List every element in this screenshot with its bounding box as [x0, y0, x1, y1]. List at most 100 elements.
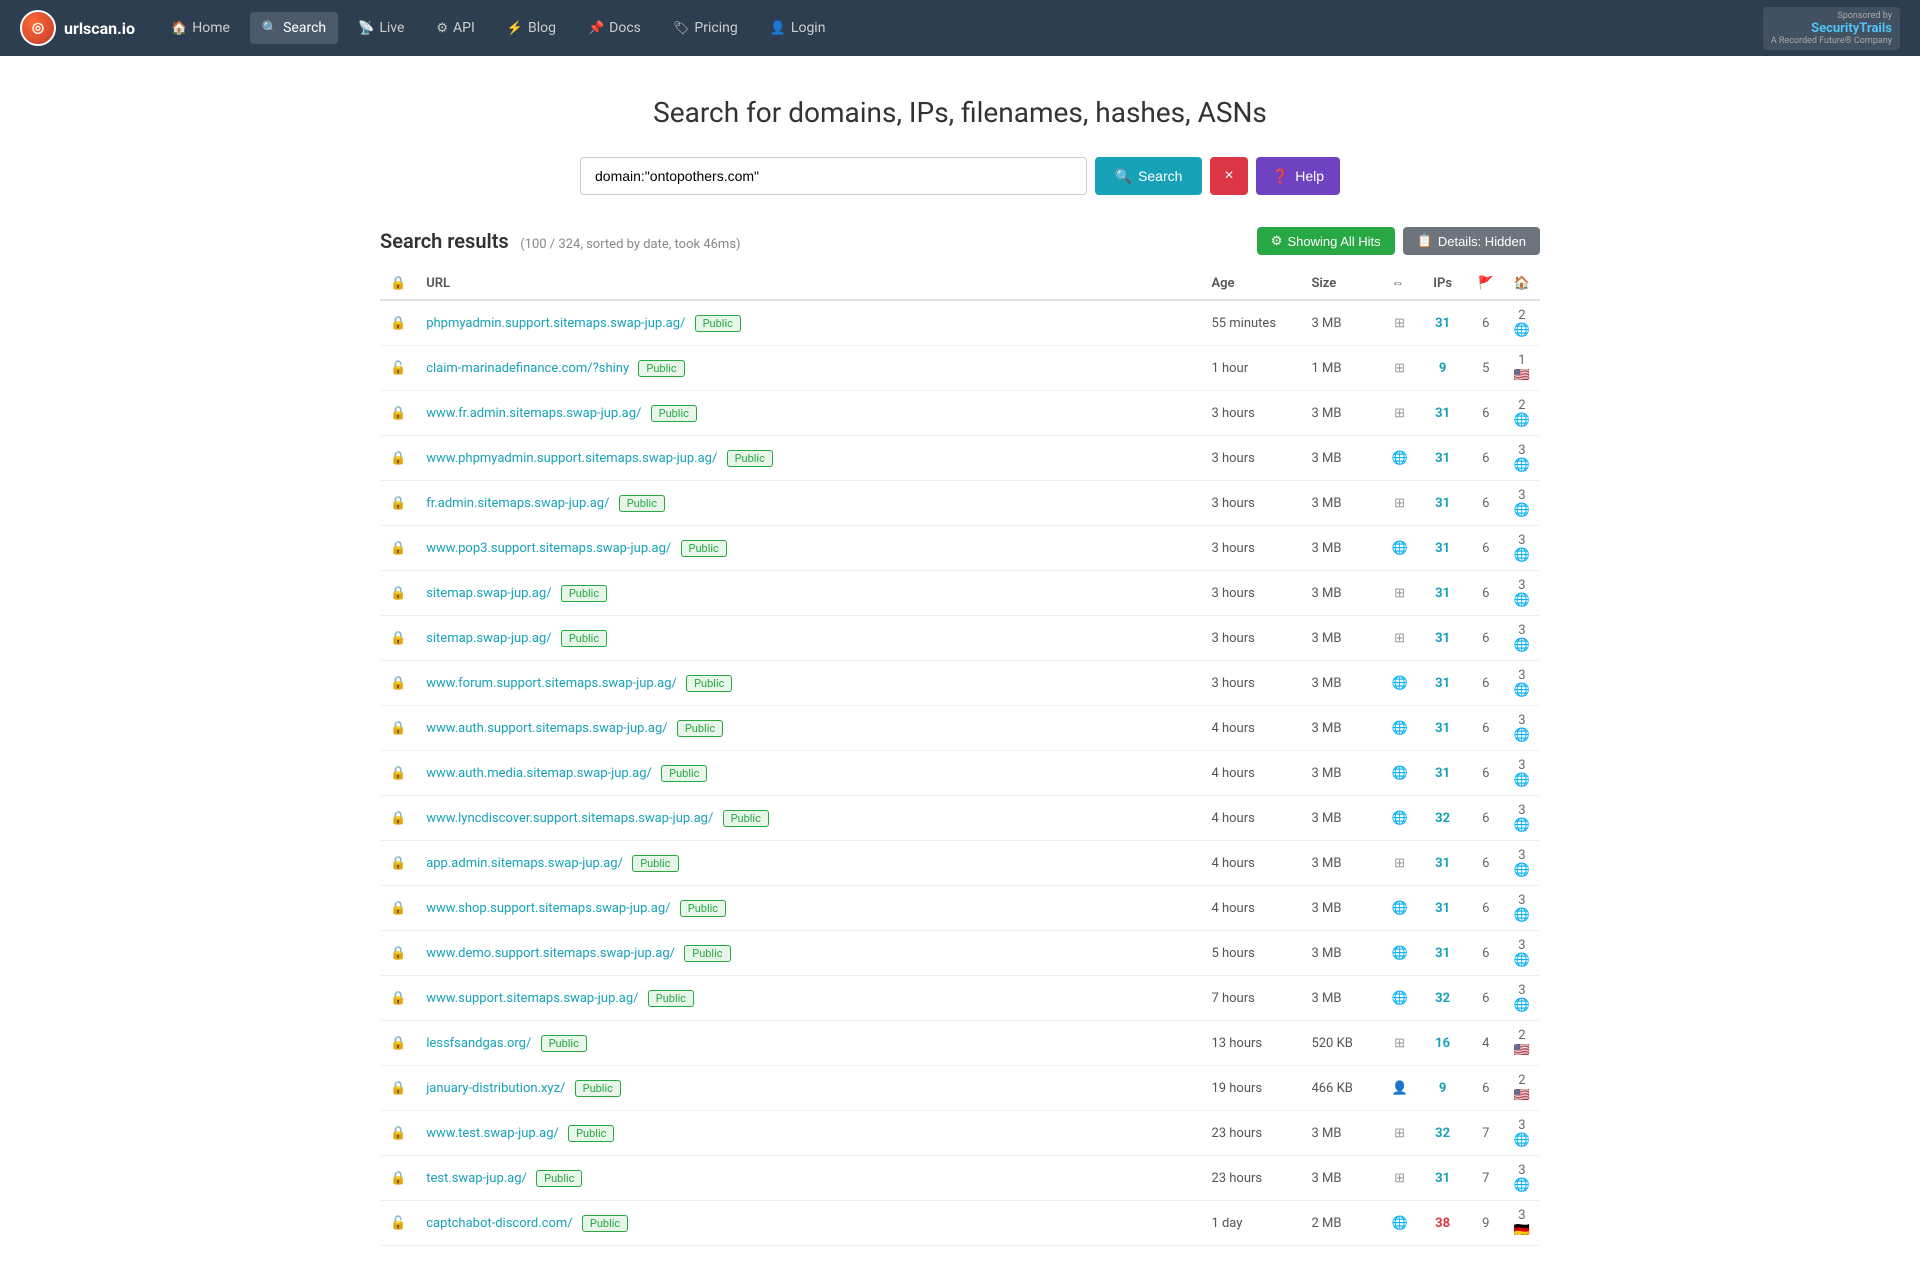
screenshot-cell: 🌐: [1381, 526, 1417, 571]
result-url-link[interactable]: www.phpmyadmin.support.sitemaps.swap-jup…: [426, 451, 717, 466]
result-url-link[interactable]: sitemap.swap-jup.ag/: [426, 631, 551, 646]
home-cell: 3 🌐: [1504, 1111, 1540, 1156]
age-cell: 3 hours: [1201, 436, 1301, 481]
result-url-link[interactable]: www.shop.support.sitemaps.swap-jup.ag/: [426, 901, 670, 916]
nav-docs[interactable]: 📌 Docs: [576, 12, 653, 44]
navbar: ◎ urlscan.io 🏠 Home 🔍 Search 📡 Live ⚙ AP…: [0, 0, 1920, 56]
url-cell: test.swap-jup.ag/ Public: [416, 1156, 1201, 1201]
brand-logo: ◎: [20, 10, 56, 46]
nav-live[interactable]: 📡 Live: [346, 12, 416, 44]
flags-cell: 6: [1468, 661, 1504, 706]
col-ips-header: IPs: [1418, 267, 1468, 300]
ips-cell: 31: [1418, 751, 1468, 796]
age-cell: 23 hours: [1201, 1156, 1301, 1201]
screenshot-icon: ⊞: [1394, 1171, 1405, 1186]
table-row: 🔒 www.test.swap-jup.ag/ Public 23 hours …: [380, 1111, 1540, 1156]
lock-icon: 🔒: [390, 856, 406, 871]
result-url-link[interactable]: claim-marinadefinance.com/?shiny: [426, 361, 629, 376]
result-url-link[interactable]: sitemap.swap-jup.ag/: [426, 586, 551, 601]
visibility-badge: Public: [727, 450, 773, 467]
search-input[interactable]: [580, 157, 1087, 195]
table-row: 🔒 lessfsandgas.org/ Public 13 hours 520 …: [380, 1021, 1540, 1066]
flags-cell: 5: [1468, 346, 1504, 391]
result-url-link[interactable]: app.admin.sitemaps.swap-jup.ag/: [426, 856, 623, 871]
result-url-link[interactable]: test.swap-jup.ag/: [426, 1171, 527, 1186]
nav-pricing[interactable]: 🏷 Pricing: [661, 12, 750, 44]
results-body: 🔒 phpmyadmin.support.sitemaps.swap-jup.a…: [380, 300, 1540, 1246]
ips-cell: 31: [1418, 841, 1468, 886]
result-url-link[interactable]: www.auth.support.sitemaps.swap-jup.ag/: [426, 721, 667, 736]
nav-blog[interactable]: ⚡ Blog: [495, 12, 568, 44]
country-flag: 🌐: [1514, 683, 1530, 698]
visibility-badge: Public: [561, 630, 607, 647]
details-button[interactable]: 📋 Details: Hidden: [1403, 227, 1540, 255]
table-row: 🔒 www.fr.admin.sitemaps.swap-jup.ag/ Pub…: [380, 391, 1540, 436]
size-cell: 1 MB: [1301, 346, 1381, 391]
result-url-link[interactable]: fr.admin.sitemaps.swap-jup.ag/: [426, 496, 609, 511]
col-home-header: 🏠: [1504, 267, 1540, 300]
home-cell: 3 🌐: [1504, 706, 1540, 751]
flags-cell: 6: [1468, 571, 1504, 616]
results-table: 🔒 URL Age Size ⇔ IPs 🚩 🏠 🔒 phpmyadmin.su…: [380, 267, 1540, 1246]
country-flag: 🌐: [1514, 998, 1530, 1013]
visibility-badge: Public: [536, 1170, 582, 1187]
flags-cell: 6: [1468, 796, 1504, 841]
result-url-link[interactable]: phpmyadmin.support.sitemaps.swap-jup.ag/: [426, 316, 685, 331]
age-cell: 1 day: [1201, 1201, 1301, 1246]
result-url-link[interactable]: www.forum.support.sitemaps.swap-jup.ag/: [426, 676, 677, 691]
help-button[interactable]: ❓ Help: [1256, 157, 1340, 195]
table-row: 🔒 sitemap.swap-jup.ag/ Public 3 hours 3 …: [380, 616, 1540, 661]
size-cell: 3 MB: [1301, 1156, 1381, 1201]
lock-icon: 🔒: [390, 811, 406, 826]
lock-icon: 🔒: [390, 1036, 406, 1051]
navbar-right: Sponsored by SecurityTrails A Recorded F…: [1763, 7, 1900, 50]
result-url-link[interactable]: www.demo.support.sitemaps.swap-jup.ag/: [426, 946, 675, 961]
nav-login[interactable]: 👤 Login: [758, 12, 838, 44]
search-button[interactable]: 🔍 Search: [1095, 157, 1203, 195]
ips-cell: 31: [1418, 436, 1468, 481]
country-flag: 🌐: [1514, 728, 1530, 743]
result-url-link[interactable]: www.test.swap-jup.ag/: [426, 1126, 559, 1141]
search-input-wrap: [580, 157, 1087, 195]
result-url-link[interactable]: january-distribution.xyz/: [426, 1081, 565, 1096]
country-flag: 🌐: [1514, 818, 1530, 833]
result-url-link[interactable]: www.support.sitemaps.swap-jup.ag/: [426, 991, 638, 1006]
result-url-link[interactable]: www.fr.admin.sitemaps.swap-jup.ag/: [426, 406, 641, 421]
secure-cell: 🔓: [380, 346, 416, 391]
ips-cell: 31: [1418, 616, 1468, 661]
ip-count: 31: [1435, 541, 1450, 556]
lock-icon: 🔒: [390, 721, 406, 736]
screenshot-icon: 🌐: [1391, 946, 1407, 961]
clear-button[interactable]: ×: [1210, 157, 1247, 195]
lock-icon: 🔒: [390, 1081, 406, 1096]
ips-cell: 31: [1418, 391, 1468, 436]
country-flag: 🌐: [1514, 908, 1530, 923]
ip-count: 9: [1439, 361, 1446, 376]
col-scr-header: ⇔: [1381, 267, 1417, 300]
age-cell: 4 hours: [1201, 886, 1301, 931]
ips-cell: 32: [1418, 976, 1468, 1021]
url-cell: www.phpmyadmin.support.sitemaps.swap-jup…: [416, 436, 1201, 481]
lock-icon: 🔒: [390, 991, 406, 1006]
country-flag: 🌐: [1514, 773, 1530, 788]
home-cell: 3 🌐: [1504, 616, 1540, 661]
secure-cell: 🔒: [380, 931, 416, 976]
flags-cell: 6: [1468, 436, 1504, 481]
result-url-link[interactable]: www.pop3.support.sitemaps.swap-jup.ag/: [426, 541, 671, 556]
result-url-link[interactable]: captchabot-discord.com/: [426, 1216, 572, 1231]
brand-link[interactable]: ◎ urlscan.io: [20, 10, 135, 46]
table-row: 🔒 www.phpmyadmin.support.sitemaps.swap-j…: [380, 436, 1540, 481]
table-row: 🔒 test.swap-jup.ag/ Public 23 hours 3 MB…: [380, 1156, 1540, 1201]
showing-all-button[interactable]: ⚙ Showing All Hits: [1257, 227, 1395, 255]
nav-home[interactable]: 🏠 Home: [159, 12, 242, 44]
result-url-link[interactable]: www.lyncdiscover.support.sitemaps.swap-j…: [426, 811, 713, 826]
result-url-link[interactable]: lessfsandgas.org/: [426, 1036, 531, 1051]
flags-cell: 6: [1468, 526, 1504, 571]
docs-icon: 📌: [588, 21, 604, 36]
nav-api[interactable]: ⚙ API: [424, 12, 486, 44]
screenshot-icon: ⊞: [1394, 406, 1405, 421]
table-row: 🔒 phpmyadmin.support.sitemaps.swap-jup.a…: [380, 300, 1540, 346]
result-url-link[interactable]: www.auth.media.sitemap.swap-jup.ag/: [426, 766, 652, 781]
ips-cell: 31: [1418, 1156, 1468, 1201]
nav-search[interactable]: 🔍 Search: [250, 12, 338, 44]
